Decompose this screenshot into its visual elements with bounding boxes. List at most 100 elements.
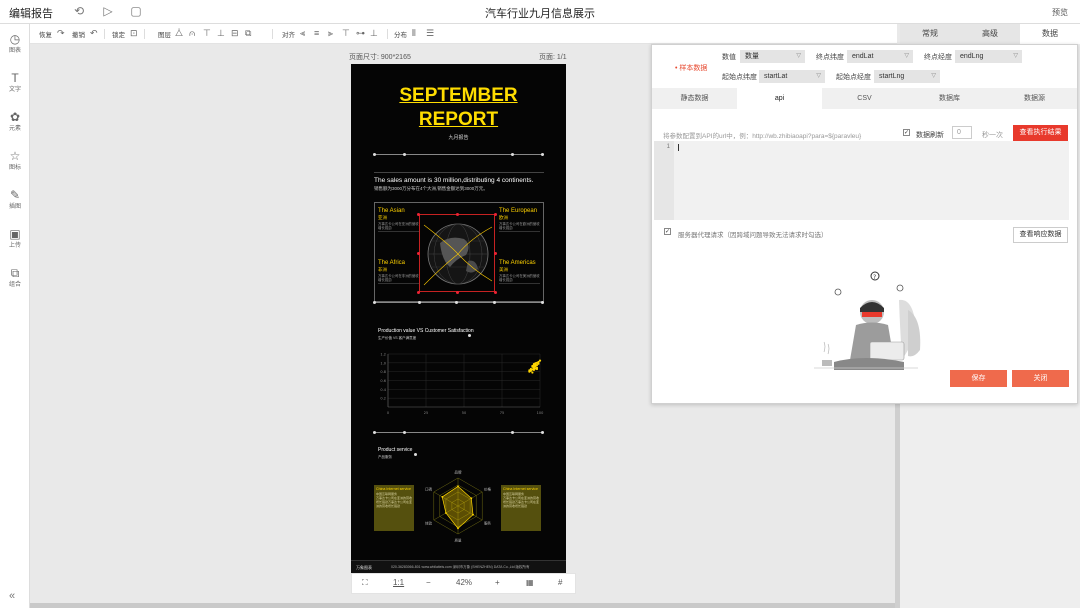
scatter-chart[interactable]: 1.2 1.0 0.8 0.6 0.4 0.2 0 25 50 75 100 xyxy=(374,351,544,417)
align-button[interactable]: 对齐 xyxy=(282,29,295,39)
collapse-sidebar-icon[interactable]: « xyxy=(9,590,15,602)
sidebar-item-upload[interactable]: ▣ 上传 xyxy=(0,227,30,250)
proxy-checkbox[interactable]: ✓ xyxy=(664,228,671,235)
play-icon[interactable]: ▷ xyxy=(101,4,115,18)
tab-static-data[interactable]: 静态数据 xyxy=(652,88,737,109)
tab-datasource[interactable]: 数据源 xyxy=(992,88,1077,109)
resize-handle[interactable] xyxy=(456,213,459,216)
region-text: 万事达卡公司在亚洲的营收增长强劲 xyxy=(378,222,419,230)
region-asia[interactable]: The Asian 亚洲 万事达卡公司在亚洲的营收增长强劲 xyxy=(378,208,419,250)
distribute-v-icon[interactable]: ☰ xyxy=(426,27,434,39)
horizontal-scrollbar[interactable] xyxy=(30,603,897,608)
lock-button[interactable]: 锁定 xyxy=(112,29,125,39)
region-americas[interactable]: The Americas 美洲 万事达卡公司在美洲的营收增长强劲 xyxy=(499,260,540,302)
ruler-icon[interactable]: # xyxy=(558,578,562,587)
globe-graphic xyxy=(423,223,493,286)
tab-database[interactable]: 数据库 xyxy=(907,88,992,109)
radar-chart[interactable]: 品牌价格服务质量 体验 口碑 xyxy=(420,466,496,546)
layer-up-icon[interactable]: ⧊ xyxy=(175,27,183,39)
resize-handle[interactable] xyxy=(494,252,497,255)
save-button[interactable]: 保存 xyxy=(950,370,1007,387)
start-lat-select[interactable]: startLat ▽ xyxy=(759,70,825,83)
layer-button[interactable]: 图层 xyxy=(158,29,171,39)
undo-icon[interactable]: ↶ xyxy=(90,27,98,39)
back-icon[interactable]: ⟲ xyxy=(72,4,86,18)
region-text: 万事达卡公司在欧洲的营收增长强劲 xyxy=(499,222,540,230)
distribute-h-icon[interactable]: ⫴ xyxy=(412,27,416,39)
service-box-right[interactable]: China Internet service 中国互联网服务 万事达卡公司在亚洲… xyxy=(501,485,541,531)
sidebar-item-icons[interactable]: ☆ 图标 xyxy=(0,149,30,172)
align-bottom-icon[interactable]: ⊥ xyxy=(370,27,378,39)
align-right-icon[interactable]: ⫸ xyxy=(328,27,333,39)
refresh-checkbox[interactable]: ✓ xyxy=(903,129,910,136)
resize-handle[interactable] xyxy=(494,291,497,294)
resize-handle[interactable] xyxy=(456,291,459,294)
sidebar-item-elements[interactable]: ✿ 元素 xyxy=(0,110,30,133)
delete-icon[interactable]: ⊟ xyxy=(231,27,239,39)
align-center-icon[interactable]: ≡ xyxy=(314,27,319,39)
sidebar-item-chart[interactable]: ◷ 图表 xyxy=(0,32,30,55)
ratio-button[interactable]: 1:1 xyxy=(393,578,404,587)
value-select[interactable]: 数量 ▽ xyxy=(740,50,805,63)
zoom-in-button[interactable]: + xyxy=(495,578,500,587)
resize-handle[interactable] xyxy=(417,291,420,294)
y-tick-label: 0.6 xyxy=(380,379,386,383)
radar-axis-label: 口碑 xyxy=(425,487,432,492)
sidebar-item-group[interactable]: ⧉ 组合 xyxy=(0,266,30,289)
start-lng-select[interactable]: startLng ▽ xyxy=(874,70,940,83)
chevron-down-icon: ▽ xyxy=(931,73,936,79)
divider-dot xyxy=(403,153,406,156)
end-lat-select[interactable]: endLat ▽ xyxy=(847,50,913,63)
region-europe[interactable]: The European 欧洲 万事达卡公司在欧洲的营收增长强劲 xyxy=(499,208,540,250)
end-lat-label: 终点纬度 xyxy=(816,54,844,61)
radar-point xyxy=(441,496,444,498)
region-name-en: The Asian xyxy=(378,208,405,214)
tab-general[interactable]: 常规 xyxy=(900,24,960,44)
refresh-interval-input[interactable]: 0 xyxy=(952,126,972,139)
resize-handle[interactable] xyxy=(417,252,420,255)
layer-top-icon[interactable]: ⊤ xyxy=(203,27,211,39)
illustration-icon: ✎ xyxy=(9,188,21,202)
scatter-point xyxy=(532,363,536,366)
resize-handle[interactable] xyxy=(494,213,497,216)
tab-data[interactable]: 数据 xyxy=(1020,24,1080,44)
restore-button[interactable]: 恢复 xyxy=(39,29,52,39)
lock-icon[interactable]: ⊡ xyxy=(130,27,138,39)
preview-button[interactable]: 预览 xyxy=(1052,7,1068,18)
scatter-point xyxy=(535,367,539,371)
layer-down-icon[interactable]: ⩀ xyxy=(189,27,195,39)
align-middle-icon[interactable]: ⊶ xyxy=(356,27,365,39)
tab-advanced[interactable]: 高级 xyxy=(960,24,1020,44)
copy-icon[interactable]: ⧉ xyxy=(245,27,251,39)
refresh-label: 数据刷新 xyxy=(916,132,944,139)
sidebar-item-text[interactable]: T 文字 xyxy=(0,71,30,94)
tab-csv[interactable]: CSV xyxy=(822,88,907,109)
resize-handle[interactable] xyxy=(417,213,420,216)
service-box-left[interactable]: China Internet service 中国互联网服务 万事达卡公司在亚洲… xyxy=(374,485,414,531)
fit-screen-icon[interactable]: ⛶ xyxy=(362,578,368,588)
group-icon: ⧉ xyxy=(10,266,20,280)
view-response-button[interactable]: 查看响应数据 xyxy=(1013,227,1068,243)
zoom-out-button[interactable]: − xyxy=(426,578,431,587)
grid-icon[interactable]: ▦ xyxy=(526,578,534,587)
tab-api[interactable]: api xyxy=(737,88,822,109)
save-icon[interactable]: ▢ xyxy=(129,4,143,18)
close-button[interactable]: 关闭 xyxy=(1012,370,1069,387)
sidebar-item-illustration[interactable]: ✎ 插图 xyxy=(0,188,30,211)
region-name-en: The Africa xyxy=(378,260,406,266)
x-tick-label: 25 xyxy=(424,411,428,415)
align-left-icon[interactable]: ⫷ xyxy=(300,27,305,39)
globe-selection-frame[interactable] xyxy=(419,214,495,292)
x-tick-label: 75 xyxy=(500,411,504,415)
view-result-button[interactable]: 查看执行结果 xyxy=(1013,125,1068,141)
region-africa[interactable]: The Africa 非洲 万事达卡公司在非洲的营收增长强劲 xyxy=(378,260,419,302)
layer-bottom-icon[interactable]: ⊥ xyxy=(217,27,225,39)
report-page[interactable]: SEPTEMBER REPORT 九月报告 The sales amount i… xyxy=(351,64,566,574)
redo-icon[interactable]: ↷ xyxy=(57,27,65,39)
undo-button[interactable]: 撤销 xyxy=(72,29,85,39)
align-top-icon[interactable]: ⊤ xyxy=(342,27,350,39)
distribute-button[interactable]: 分布 xyxy=(394,29,407,39)
api-code-editor[interactable]: 1 xyxy=(654,141,1069,220)
divider-dot xyxy=(541,153,544,156)
end-lng-select[interactable]: endLng ▽ xyxy=(955,50,1022,63)
